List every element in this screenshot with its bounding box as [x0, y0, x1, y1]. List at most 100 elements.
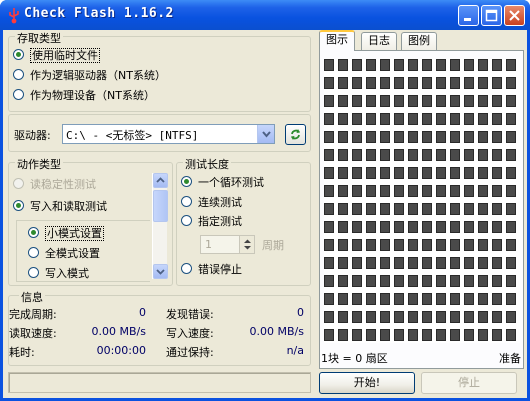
map-block	[352, 113, 362, 125]
radio-button[interactable]	[181, 263, 192, 274]
map-block	[492, 149, 502, 161]
map-block	[324, 239, 334, 251]
cycle-count-stepper[interactable]: 1	[200, 235, 255, 254]
map-block	[464, 59, 474, 71]
map-block	[394, 311, 404, 323]
map-block	[324, 95, 334, 107]
tab-map[interactable]: 图示	[319, 30, 355, 51]
map-block	[324, 59, 334, 71]
map-block	[422, 257, 432, 269]
read-speed-value: 0.00 MB/s	[91, 325, 146, 338]
pattern-option-write[interactable]: 写入模式	[28, 266, 89, 282]
start-button[interactable]: 开始!	[319, 372, 415, 394]
radio-button[interactable]	[28, 247, 39, 258]
map-block	[492, 311, 502, 323]
tab-legend[interactable]: 图例	[401, 32, 437, 50]
minimize-button[interactable]	[458, 5, 479, 26]
dropdown-button[interactable]	[257, 125, 274, 143]
map-block	[478, 149, 488, 161]
radio-button[interactable]	[181, 215, 192, 226]
map-block	[408, 185, 418, 197]
action-type-label: 动作类型	[15, 156, 63, 172]
map-block	[394, 95, 404, 107]
map-block	[338, 59, 348, 71]
map-block	[450, 239, 460, 251]
minimize-icon	[464, 18, 471, 21]
close-button[interactable]	[504, 5, 525, 26]
radio-button[interactable]	[13, 69, 24, 80]
map-block	[450, 131, 460, 143]
map-block	[436, 59, 446, 71]
tab-log[interactable]: 日志	[361, 32, 397, 50]
pattern-option-small[interactable]: 小模式设置	[28, 226, 104, 242]
map-block	[464, 149, 474, 161]
map-block	[366, 149, 376, 161]
radio-button[interactable]	[28, 227, 39, 238]
radio-button[interactable]	[181, 176, 192, 187]
map-block	[324, 203, 334, 215]
close-icon	[509, 10, 520, 21]
map-block	[380, 329, 390, 341]
access-option-temp-file[interactable]: 使用临时文件	[13, 48, 100, 64]
drive-select-value: C:\ - <无标签> [NTFS]	[66, 129, 199, 142]
usb-flash-icon	[9, 8, 19, 24]
map-block	[464, 293, 474, 305]
map-block	[380, 275, 390, 287]
action-list-scrollbar[interactable]	[152, 173, 168, 279]
map-block	[366, 185, 376, 197]
access-option-physical-device[interactable]: 作为物理设备（NT系统）	[13, 88, 155, 104]
map-block	[394, 293, 404, 305]
map-block	[436, 293, 446, 305]
errors-found-label: 发现错误:	[166, 308, 214, 321]
map-block	[464, 275, 474, 287]
window-title: Check Flash 1.16.2	[24, 6, 174, 21]
title-bar[interactable]: Check Flash 1.16.2	[0, 0, 530, 30]
length-option-continuous[interactable]: 连续测试	[181, 195, 242, 211]
map-block	[422, 59, 432, 71]
scroll-down-button[interactable]	[153, 264, 168, 279]
map-block	[436, 131, 446, 143]
length-option-specified[interactable]: 指定测试	[181, 214, 242, 230]
radio-button[interactable]	[28, 267, 39, 278]
map-block	[478, 239, 488, 251]
radio-button[interactable]	[13, 49, 24, 60]
map-block	[366, 329, 376, 341]
map-block	[492, 257, 502, 269]
map-block	[380, 293, 390, 305]
stop-button[interactable]: 停止	[421, 372, 517, 394]
radio-button[interactable]	[181, 196, 192, 207]
map-block	[380, 77, 390, 89]
map-block	[338, 113, 348, 125]
refresh-drives-button[interactable]	[285, 124, 306, 145]
map-block	[436, 113, 446, 125]
map-block	[352, 149, 362, 161]
map-block	[478, 221, 488, 233]
scroll-up-button[interactable]	[153, 173, 168, 188]
action-option-write-read[interactable]: 写入和读取测试	[13, 199, 107, 215]
client-area: 存取类型 使用临时文件 作为逻辑驱动器（NT系统） 作为物理设备（NT系统） 驱…	[3, 30, 527, 398]
action-option-read-stability[interactable]: 读稳定性测试	[13, 177, 96, 193]
radio-button[interactable]	[13, 200, 24, 211]
map-block	[436, 167, 446, 179]
app-window: Check Flash 1.16.2 存取类型 使用临时文件 作为逻辑驱动器（N…	[0, 0, 530, 401]
maximize-button[interactable]	[481, 5, 502, 26]
radio-button[interactable]	[13, 89, 24, 100]
stop-on-error-option[interactable]: 错误停止	[181, 262, 242, 278]
map-block	[422, 275, 432, 287]
chevron-up-icon	[156, 177, 165, 183]
map-block	[436, 311, 446, 323]
map-block	[422, 293, 432, 305]
map-block	[506, 149, 516, 161]
map-block	[338, 149, 348, 161]
map-block	[422, 203, 432, 215]
drive-select[interactable]: C:\ - <无标签> [NTFS]	[62, 124, 275, 144]
stepper-buttons[interactable]	[239, 236, 254, 253]
map-block	[422, 113, 432, 125]
map-block	[464, 185, 474, 197]
access-option-logical-drive[interactable]: 作为逻辑驱动器（NT系统）	[13, 68, 166, 84]
pattern-option-full[interactable]: 全模式设置	[28, 246, 100, 262]
scroll-thumb[interactable]	[153, 190, 168, 222]
map-block	[408, 275, 418, 287]
length-option-one-cycle[interactable]: 一个循环测试	[181, 175, 264, 191]
radio-button[interactable]	[13, 178, 24, 189]
